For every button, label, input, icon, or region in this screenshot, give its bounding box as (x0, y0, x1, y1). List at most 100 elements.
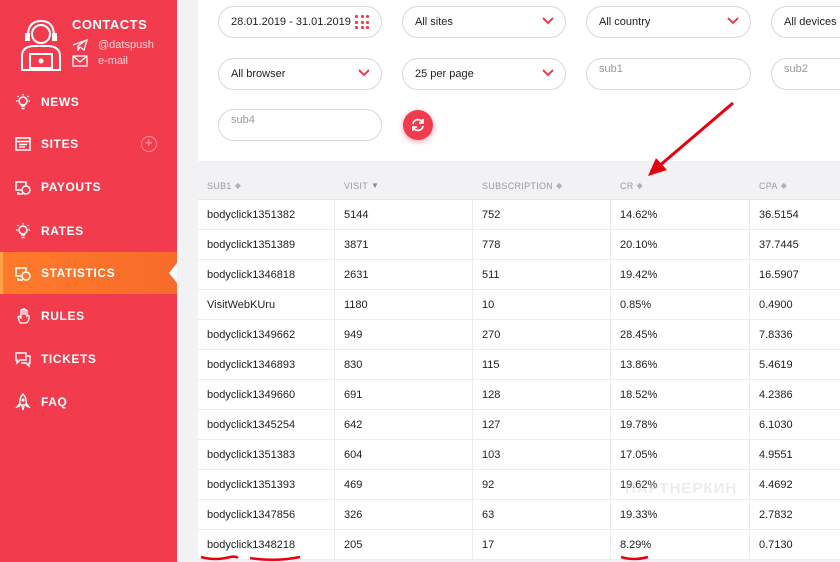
cell-visit: 326 (335, 500, 473, 529)
table-row: bodyclick1346893 830 115 13.86% 5.4619 (198, 350, 840, 380)
cell-sub1: bodyclick1349662 (198, 320, 335, 349)
cell-visit: 469 (335, 470, 473, 499)
chevron-down-icon (542, 17, 554, 25)
cell-cpa: 0.4900 (759, 298, 793, 311)
date-range-picker[interactable]: 28.01.2019 - 31.01.2019 (218, 6, 382, 38)
cell-visit: 691 (335, 380, 473, 409)
cell-cpa: 37.7445 (759, 238, 799, 251)
sidebar-item-rules[interactable]: RULES (0, 295, 177, 337)
per-page-select-value: 25 per page (415, 68, 474, 80)
header-subscription[interactable]: SUBSCRIPTION ◆ (473, 172, 611, 199)
cell-subscription: 752 (473, 200, 611, 229)
cell-cr: 19.42% (611, 260, 750, 289)
cell-visit: 830 (335, 350, 473, 379)
sub2-input[interactable]: sub2 (771, 58, 840, 90)
sidebar-item-rates[interactable]: RATES (0, 210, 177, 252)
sub4-input[interactable]: sub4 (218, 109, 382, 141)
chevron-down-icon (727, 17, 739, 25)
header-sub1[interactable]: SUB1 ◆ (198, 172, 335, 199)
cell-cr: 19.78% (611, 410, 750, 439)
sort-desc-icon: ▼ (371, 181, 380, 190)
sidebar-item-label: PAYOUTS (41, 180, 102, 194)
cell-sub1: bodyclick1351382 (198, 200, 335, 229)
statistics-icon (15, 267, 31, 281)
cell-visit: 604 (335, 440, 473, 469)
table-row: bodyclick1351389 3871 778 20.10% 37.7445 (198, 230, 840, 260)
sort-icon: ◆ (780, 181, 788, 190)
cell-cpa: 6.1030 (759, 418, 793, 431)
table-header: SUB1 ◆ VISIT ▼ SUBSCRIPTION ◆ CR ◆ CPA ◆ (198, 172, 840, 200)
sub4-placeholder: sub4 (231, 114, 255, 126)
support-agent-icon (21, 19, 61, 71)
sidebar-item-news[interactable]: NEWS (0, 81, 177, 123)
cell-visit: 5144 (335, 200, 473, 229)
table-row: bodyclick1351382 5144 752 14.62% 36.5154 (198, 200, 840, 230)
sidebar-item-label: TICKETS (41, 352, 97, 366)
chevron-down-icon (358, 69, 370, 77)
cell-cr: 0.85% (611, 290, 750, 319)
sidebar-item-faq[interactable]: FAQ (0, 381, 177, 423)
cell-sub1: bodyclick1351393 (198, 470, 335, 499)
cell-subscription: 10 (473, 290, 611, 319)
cell-sub1: bodyclick1349660 (198, 380, 335, 409)
cell-subscription: 127 (473, 410, 611, 439)
sidebar-item-sites[interactable]: SITES + (0, 123, 177, 165)
cell-sub1: bodyclick1351383 (198, 440, 335, 469)
telegram-icon (72, 39, 88, 51)
cell-cr: 19.33% (611, 500, 750, 529)
chevron-down-icon (542, 69, 554, 77)
refresh-icon (412, 118, 424, 132)
cell-sub1: bodyclick1346893 (198, 350, 335, 379)
sidebar-item-statistics[interactable]: STATISTICS (0, 252, 177, 294)
calendar-grid-icon (355, 15, 369, 29)
table-body: bodyclick1351382 5144 752 14.62% 36.5154 body… (198, 200, 840, 560)
sites-select[interactable]: All sites (402, 6, 566, 38)
cell-cr: 18.52% (611, 380, 750, 409)
email-label: e-mail (98, 55, 128, 67)
sidebar-item-payouts[interactable]: PAYOUTS (0, 166, 177, 208)
cell-sub1: bodyclick1345254 (198, 410, 335, 439)
cell-cr: 14.62% (611, 200, 750, 229)
table-row: bodyclick1349662 949 270 28.45% 7.8336 (198, 320, 840, 350)
cell-subscription: 17 (473, 530, 611, 559)
table-row: bodyclick1347856 326 63 19.33% 2.7832 (198, 500, 840, 530)
sort-icon: ◆ (556, 181, 563, 190)
cell-subscription: 778 (473, 230, 611, 259)
header-cpa[interactable]: CPA ◆ (750, 172, 840, 199)
cell-subscription: 270 (473, 320, 611, 349)
browser-select[interactable]: All browser (218, 58, 382, 90)
sub1-placeholder: sub1 (599, 63, 623, 75)
cell-cpa: 2.7832 (759, 508, 793, 521)
cell-cr: 17.05% (611, 440, 750, 469)
tickets-icon (15, 352, 31, 368)
country-select-value: All country (599, 16, 651, 28)
cell-subscription: 511 (473, 260, 611, 289)
filters-panel: 28.01.2019 - 31.01.2019 All sites All co… (198, 0, 840, 161)
email-contact[interactable]: e-mail (72, 55, 128, 67)
header-cr[interactable]: CR ◆ (611, 172, 750, 199)
contacts-block: CONTACTS @datspush e-mail (0, 0, 177, 80)
refresh-button[interactable] (403, 110, 433, 140)
cell-cpa: 4.9551 (759, 448, 793, 461)
country-select[interactable]: All country (586, 6, 751, 38)
sub1-input[interactable]: sub1 (586, 58, 751, 90)
devices-select[interactable]: All devices (771, 6, 840, 38)
cell-sub1: bodyclick1347856 (198, 500, 335, 529)
sidebar-item-label: RATES (41, 224, 84, 238)
header-visit[interactable]: VISIT ▼ (335, 172, 473, 199)
sites-icon (15, 137, 31, 151)
sort-icon: ◆ (234, 181, 242, 190)
cell-cpa: 7.8336 (759, 328, 793, 341)
add-site-button[interactable]: + (141, 136, 157, 152)
table-row: bodyclick1349660 691 128 18.52% 4.2386 (198, 380, 840, 410)
table-row: bodyclick1348218 205 17 8.29% 0.7130 (198, 530, 840, 560)
cell-cpa: 0.7130 (759, 538, 793, 551)
telegram-contact[interactable]: @datspush (72, 39, 154, 51)
sidebar-item-tickets[interactable]: TICKETS (0, 338, 177, 380)
cell-subscription: 63 (473, 500, 611, 529)
date-range-value: 28.01.2019 - 31.01.2019 (231, 16, 351, 28)
cell-visit: 3871 (335, 230, 473, 259)
rocket-icon (15, 393, 31, 411)
cell-cr: 28.45% (611, 320, 750, 349)
per-page-select[interactable]: 25 per page (402, 58, 566, 90)
